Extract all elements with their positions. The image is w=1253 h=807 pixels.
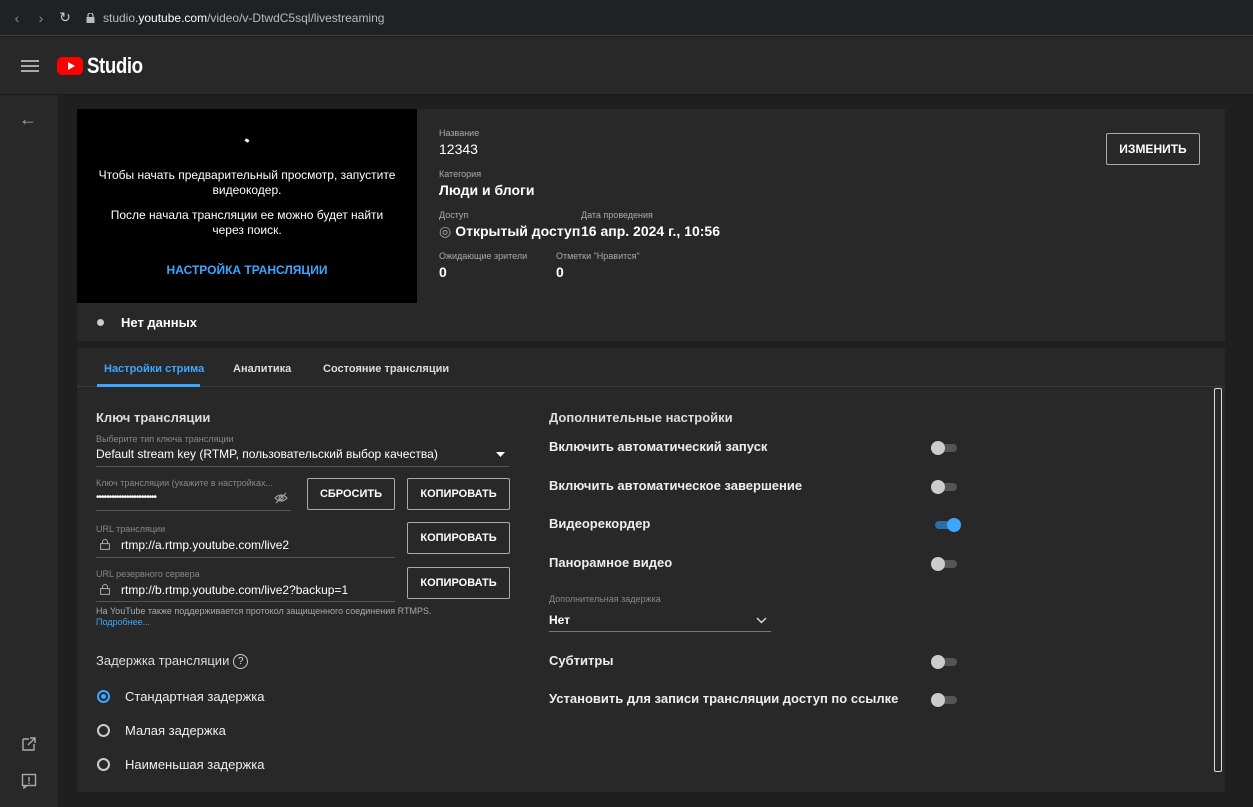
radio-ultra-low-latency[interactable] [97, 758, 110, 771]
lock-icon [100, 539, 110, 550]
left-rail: ← [0, 95, 58, 807]
radio-low-label[interactable]: Малая задержка [125, 723, 226, 738]
latency-title-text: Задержка трансляции [96, 653, 230, 668]
backup-url-underline [96, 601, 395, 602]
stream-summary-card: Чтобы начать предварительный просмотр, з… [77, 109, 1225, 341]
stream-key-field[interactable]: •••••••••••••••••••••••• [96, 492, 157, 503]
preview-message-1: Чтобы начать предварительный просмотр, з… [98, 168, 396, 197]
learn-more-link[interactable]: Подробнее... [96, 617, 150, 627]
browser-toolbar: ‹ › ↻ studio. youtube.com/video/v-DtwdC5s… [0, 0, 1253, 36]
copy-backup-button[interactable]: КОПИРОВАТЬ [407, 567, 510, 599]
title-value: 12343 [439, 141, 478, 157]
stream-setup-link[interactable]: НАСТРОЙКА ТРАНСЛЯЦИИ [77, 263, 417, 277]
status-text: Нет данных [121, 315, 197, 330]
key-type-label: Выберите тип ключа трансляции [96, 434, 234, 444]
lock-icon [100, 584, 110, 595]
auto-start-toggle[interactable] [931, 441, 961, 455]
reset-key-button[interactable]: СБРОСИТЬ [307, 478, 395, 510]
forward-arrow-icon[interactable]: › [32, 9, 50, 27]
external-link-icon[interactable] [21, 736, 37, 752]
url-path: /video/v-DtwdC5sql/livestreaming [207, 10, 385, 25]
category-label: Категория [439, 169, 482, 179]
status-dot-icon [97, 319, 104, 326]
studio-header: Studio [0, 37, 1253, 95]
studio-logo[interactable]: Studio [57, 53, 152, 79]
hidden-eye-icon[interactable] [274, 492, 288, 504]
video-preview: Чтобы начать предварительный просмотр, з… [77, 109, 417, 303]
menu-icon[interactable] [21, 57, 39, 75]
access-label: Доступ [439, 210, 469, 220]
key-type-select[interactable]: Default stream key (RTMP, пользовательск… [96, 447, 438, 461]
back-arrow-icon[interactable]: ← [19, 109, 37, 130]
radio-ultra-low-label[interactable]: Наименьшая задержка [125, 757, 264, 772]
stream-settings-card: Настройки стрима Аналитика Состояние тра… [77, 348, 1225, 792]
tab-bar: Настройки стрима Аналитика Состояние тра… [77, 348, 1225, 387]
title-label: Название [439, 128, 480, 138]
dvr-toggle[interactable] [931, 518, 961, 532]
additional-settings-title: Дополнительные настройки [549, 410, 733, 425]
backup-url-label: URL резервного сервера [96, 569, 200, 579]
reload-icon[interactable]: ↻ [56, 9, 74, 27]
extra-delay-label: Дополнительная задержка [549, 594, 661, 604]
radio-standard-label[interactable]: Стандартная задержка [125, 689, 265, 704]
youtube-play-icon [57, 56, 83, 75]
extra-delay-select[interactable]: Нет [549, 613, 570, 627]
radio-low-latency[interactable] [97, 724, 110, 737]
loading-spinner-icon [244, 138, 250, 143]
radio-standard-latency[interactable] [97, 690, 110, 703]
copy-url-button[interactable]: КОПИРОВАТЬ [407, 522, 510, 554]
tab-stream-settings[interactable]: Настройки стрима [104, 363, 204, 375]
backup-url-field[interactable]: rtmp://b.rtmp.youtube.com/live2?backup=1 [121, 583, 348, 597]
lock-icon [86, 12, 95, 23]
stream-key-underline [96, 510, 291, 511]
stream-url-underline [96, 557, 395, 558]
help-icon[interactable]: ? [233, 654, 249, 670]
address-bar[interactable]: studio. youtube.com/video/v-DtwdC5sql/liv… [86, 11, 384, 25]
access-value-text: Открытый доступ [455, 223, 581, 239]
back-arrow-icon[interactable]: ‹ [8, 9, 26, 27]
stream-key-title: Ключ трансляции [96, 410, 211, 425]
chevron-down-icon[interactable] [756, 617, 767, 624]
auto-stop-label: Включить автоматическое завершение [549, 478, 803, 493]
subtitles-toggle[interactable] [931, 655, 961, 669]
subtitles-label: Субтитры [549, 653, 614, 668]
copy-key-button[interactable]: КОПИРОВАТЬ [407, 478, 510, 510]
auto-stop-toggle[interactable] [931, 480, 961, 494]
logo-text: Studio [87, 52, 143, 78]
url-domain: youtube.com [138, 10, 208, 25]
edit-button[interactable]: ИЗМЕНИТЬ [1106, 133, 1200, 165]
unlisted-replay-toggle[interactable] [931, 693, 961, 707]
tab-stream-health[interactable]: Состояние трансляции [323, 363, 449, 375]
key-type-underline [96, 466, 509, 467]
stream-key-label: Ключ трансляции (укажите в настройках... [96, 478, 273, 488]
waiting-value: 0 [439, 264, 447, 280]
rtmps-note: На YouTube также поддерживается протокол… [96, 606, 432, 616]
extra-delay-underline [549, 631, 771, 632]
waiting-label: Ожидающие зрители [439, 251, 528, 261]
360-video-label: Панорамное видео [549, 555, 673, 570]
access-value: ◎ Открытый доступ [439, 223, 580, 240]
auto-start-label: Включить автоматический запуск [549, 439, 768, 454]
scrollbar[interactable] [1214, 388, 1222, 772]
active-tab-indicator [97, 384, 200, 387]
stream-status: Нет данных [97, 315, 197, 330]
360-video-toggle[interactable] [931, 557, 961, 571]
stream-url-field[interactable]: rtmp://a.rtmp.youtube.com/live2 [121, 538, 289, 552]
category-value: Люди и блоги [439, 182, 535, 198]
likes-value: 0 [556, 264, 564, 280]
globe-icon: ◎ [439, 223, 452, 239]
date-value: 16 апр. 2024 г., 10:56 [581, 223, 720, 239]
main-content: Чтобы начать предварительный просмотр, з… [58, 95, 1253, 807]
date-label: Дата проведения [581, 210, 653, 220]
url-prefix: studio. [103, 10, 139, 25]
dropdown-arrow-icon[interactable] [496, 452, 505, 457]
unlisted-replay-label: Установить для записи трансляции доступ … [549, 691, 899, 706]
latency-title: Задержка трансляции? [96, 653, 249, 670]
preview-message-2: После начала трансляции ее можно будет н… [110, 208, 384, 237]
likes-label: Отметки "Нравится" [556, 251, 640, 261]
stream-url-label: URL трансляции [96, 524, 166, 534]
tab-analytics[interactable]: Аналитика [233, 363, 291, 375]
dvr-label: Видеорекордер [549, 516, 651, 531]
feedback-icon[interactable] [21, 773, 37, 789]
